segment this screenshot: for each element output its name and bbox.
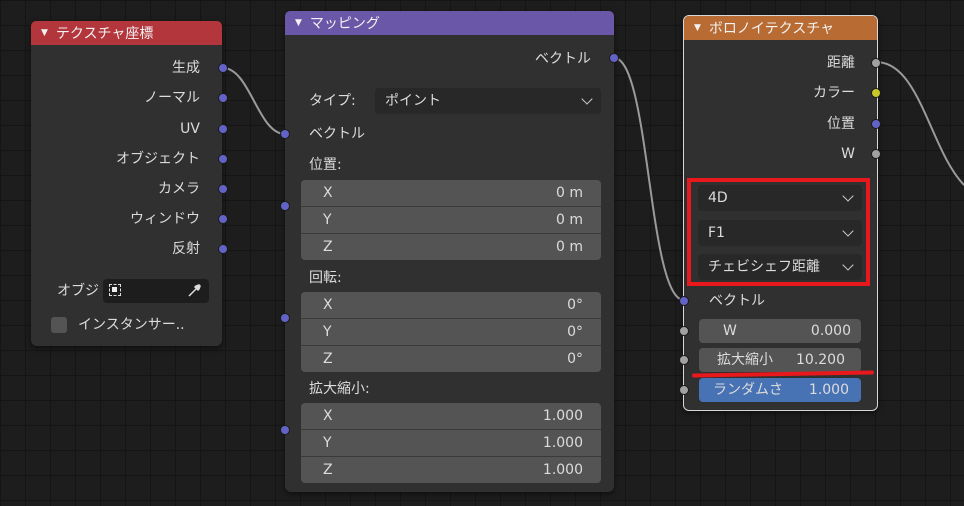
- output-camera: カメラ: [158, 181, 200, 197]
- output-color: カラー: [813, 85, 855, 101]
- node-title: テクスチャ座標: [55, 26, 154, 42]
- object-label: オブジ: [57, 283, 99, 299]
- object-type-icon: [109, 284, 121, 296]
- vector-input-label: ベクトル: [309, 126, 365, 142]
- location-label: 位置:: [309, 157, 342, 173]
- output-normal: ノーマル: [144, 90, 200, 106]
- highlight-box: [687, 178, 870, 286]
- socket-scale-in[interactable]: [679, 355, 689, 365]
- socket-uv[interactable]: [218, 124, 228, 134]
- socket-generated[interactable]: [218, 63, 228, 73]
- output-object: オブジェクト: [116, 151, 200, 167]
- node-title: ボロノイテクスチャ: [708, 21, 835, 37]
- type-label: タイプ:: [309, 93, 356, 109]
- output-window: ウィンドウ: [130, 211, 200, 227]
- node-header[interactable]: ▼ テクスチャ座標: [31, 21, 222, 45]
- node-header[interactable]: ▼ マッピング: [285, 11, 614, 35]
- output-uv: UV: [180, 121, 200, 137]
- instancer-label: インスタンサー..: [78, 317, 185, 333]
- socket-vector-in[interactable]: [679, 296, 689, 306]
- socket-distance[interactable]: [871, 58, 881, 68]
- output-distance: 距離: [827, 55, 855, 71]
- socket-scale[interactable]: [280, 425, 290, 435]
- output-vector-label: ベクトル: [535, 51, 591, 67]
- vector-input-label: ベクトル: [709, 293, 765, 309]
- scale-y-field[interactable]: Y 1.000: [301, 430, 601, 456]
- scale-field[interactable]: 拡大縮小 10.200: [699, 348, 861, 372]
- output-reflection: 反射: [172, 241, 200, 257]
- socket-camera[interactable]: [218, 184, 228, 194]
- type-value: ポイント: [385, 93, 441, 109]
- output-w: W: [841, 146, 855, 162]
- rotation-y-field[interactable]: Y 0°: [301, 319, 601, 345]
- rotation-label: 回転:: [309, 270, 342, 286]
- rotation-z-field[interactable]: Z 0°: [301, 346, 601, 372]
- socket-object[interactable]: [218, 154, 228, 164]
- socket-position[interactable]: [871, 119, 881, 129]
- instancer-checkbox[interactable]: [51, 317, 67, 333]
- socket-vector-out[interactable]: [609, 53, 619, 63]
- socket-w-in[interactable]: [679, 326, 689, 336]
- w-field[interactable]: W 0.000: [699, 319, 861, 343]
- output-position: 位置: [827, 116, 855, 132]
- location-y-field[interactable]: Y0 m: [301, 207, 601, 233]
- link-distance-out: [875, 61, 964, 186]
- texture-coordinate-node[interactable]: ▼ テクスチャ座標 生成 ノーマル UV オブジェクト カメラ ウィンドウ 反射…: [31, 21, 228, 346]
- socket-vector-in[interactable]: [280, 129, 290, 139]
- socket-randomness-in[interactable]: [679, 385, 689, 395]
- chevron-down-icon: [581, 93, 593, 105]
- scale-label: 拡大縮小:: [309, 381, 370, 397]
- object-picker-field[interactable]: [103, 279, 209, 303]
- type-dropdown[interactable]: ポイント: [375, 88, 601, 114]
- output-generated: 生成: [172, 60, 200, 76]
- mapping-node[interactable]: ▼ マッピング ベクトル タイプ: ポイント ベクトル 位置: X0 m Y0 …: [280, 11, 619, 492]
- collapse-arrow-icon[interactable]: ▼: [694, 23, 701, 33]
- collapse-arrow-icon[interactable]: ▼: [295, 18, 302, 28]
- voronoi-texture-node[interactable]: ▼ ボロノイテクスチャ 距離 カラー 位置 W 4D F1 チェビシェフ距離 ベ…: [679, 15, 881, 411]
- location-x-field[interactable]: X0 m: [301, 180, 601, 206]
- eyedropper-icon[interactable]: [187, 282, 203, 302]
- randomness-field[interactable]: ランダムさ 1.000: [699, 378, 861, 402]
- scale-fields: X 1.000 Y 1.000 Z 1.000: [301, 403, 601, 483]
- node-header[interactable]: ▼ ボロノイテクスチャ: [684, 16, 877, 40]
- rotation-x-field[interactable]: X 0°: [301, 292, 601, 318]
- location-z-field[interactable]: Z0 m: [301, 234, 601, 260]
- socket-normal[interactable]: [218, 93, 228, 103]
- socket-rotation[interactable]: [280, 313, 290, 323]
- socket-color[interactable]: [871, 88, 881, 98]
- socket-window[interactable]: [218, 214, 228, 224]
- socket-w-out[interactable]: [871, 149, 881, 159]
- node-title: マッピング: [309, 16, 380, 32]
- link-mapping-to-voronoi: [613, 57, 685, 301]
- socket-reflection[interactable]: [218, 244, 228, 254]
- socket-location[interactable]: [280, 201, 290, 211]
- scale-x-field[interactable]: X 1.000: [301, 403, 601, 429]
- location-fields: X0 m Y0 m Z0 m: [301, 180, 601, 260]
- link-generated-to-mapping: [222, 67, 286, 135]
- scale-z-field[interactable]: Z 1.000: [301, 457, 601, 483]
- collapse-arrow-icon[interactable]: ▼: [41, 28, 48, 38]
- rotation-fields: X 0° Y 0° Z 0°: [301, 292, 601, 372]
